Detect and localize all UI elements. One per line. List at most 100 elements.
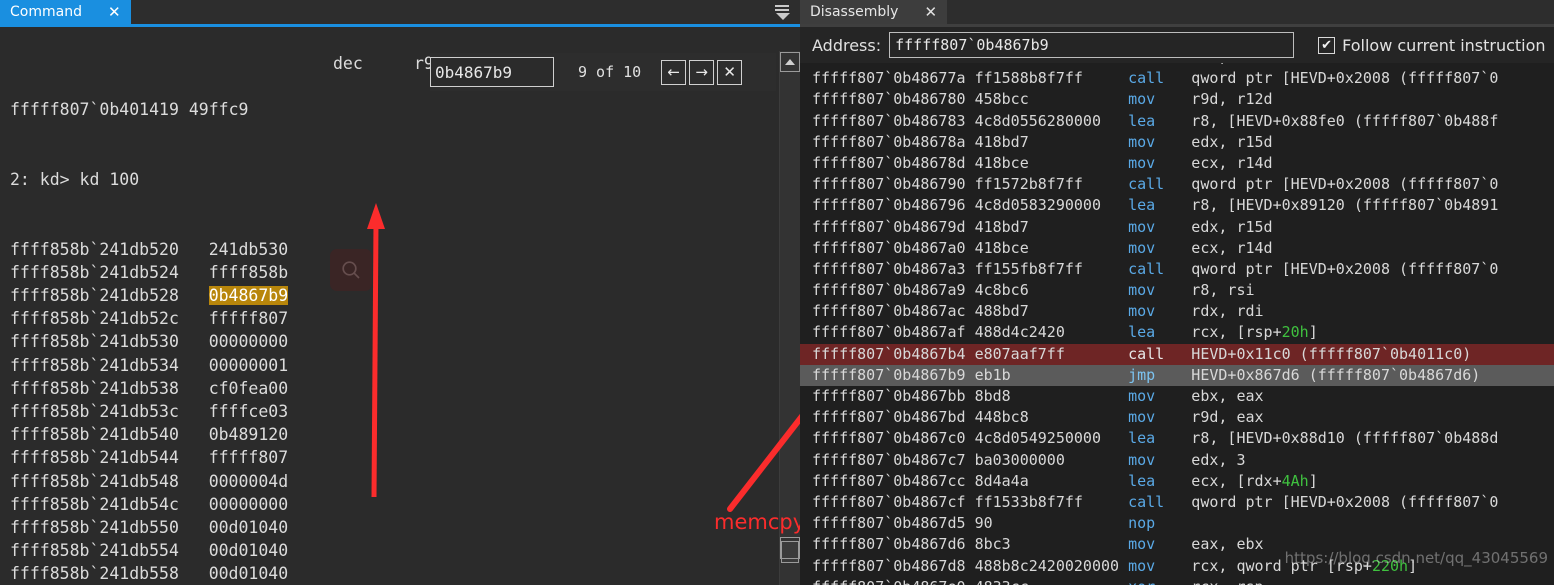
disassembly-row[interactable]: fffff807`0b4867a3 ff155fb8f7ff call qwor… bbox=[800, 259, 1554, 280]
instruction-address: fffff807`0b4867d8 bbox=[812, 556, 975, 575]
memory-value: 00000001 bbox=[208, 355, 289, 375]
command-scrollbar[interactable] bbox=[779, 51, 800, 585]
command-output[interactable]: fffff807`0b401419 49ffc9 2: kd> kd 100 f… bbox=[0, 27, 800, 585]
instruction-bytes: ff1572b8f7ff bbox=[974, 175, 1129, 194]
disassembly-row[interactable]: fffff807`0b4867e0 4833cc xor rcx, rsp bbox=[800, 577, 1554, 585]
instruction-bytes: 8d4a4a bbox=[974, 471, 1129, 490]
instruction-operands: r8, rsi bbox=[1173, 281, 1255, 300]
window-list-dropdown-icon[interactable] bbox=[766, 0, 800, 24]
memory-address: ffff858b`241db53c bbox=[10, 402, 209, 422]
instruction-address: fffff807`0b486780 bbox=[812, 90, 975, 109]
red-up-arrow-annotation bbox=[367, 203, 385, 497]
instruction-operands: HEVD+0x867d6 (fffff807`0b4867d6) bbox=[1173, 365, 1481, 384]
disassembly-row[interactable]: fffff807`0b48677a ff1588b8f7ff call qwor… bbox=[800, 68, 1554, 89]
disassembly-row[interactable]: fffff807`0b4867a9 4c8bc6 mov r8, rsi bbox=[800, 280, 1554, 301]
memory-dump-row: ffff858b`241db52c fffff807 bbox=[10, 307, 288, 330]
instruction-address: fffff807`0b4867b9 bbox=[812, 365, 975, 384]
tab-command[interactable]: Command ✕ bbox=[0, 0, 131, 24]
instruction-mnemonic: mov bbox=[1128, 556, 1174, 575]
memory-dump-row: ffff858b`241db544 fffff807 bbox=[10, 446, 288, 469]
disassembly-row[interactable]: fffff807`0b4867bb 8bd8 mov ebx, eax bbox=[800, 386, 1554, 407]
memory-value: 00d01040 bbox=[208, 541, 289, 561]
memory-address: ffff858b`241db548 bbox=[10, 471, 209, 491]
instruction-address: fffff807`0b48678d bbox=[812, 153, 975, 172]
disassembly-row[interactable]: fffff807`0b48678a 418bd7 mov edx, r15d bbox=[800, 132, 1554, 153]
instruction-bytes: 458bcc bbox=[974, 90, 1129, 109]
instruction-bytes: 418bce bbox=[974, 153, 1129, 172]
disassembly-listing[interactable]: fffff807`0b486774 418bce mov ecx, r14dff… bbox=[800, 60, 1554, 585]
find-next-button[interactable]: → bbox=[689, 59, 715, 85]
instruction-bytes: 4c8d0583290000 bbox=[974, 196, 1129, 215]
instruction-mnemonic: mov bbox=[1128, 408, 1174, 427]
search-input[interactable] bbox=[430, 57, 554, 87]
tabstrip-filler bbox=[947, 0, 1554, 24]
instruction-address: fffff807`0b486783 bbox=[812, 111, 975, 130]
memory-value: 0b489120 bbox=[208, 425, 289, 445]
memory-dump-row: ffff858b`241db558 00d01040 bbox=[10, 562, 288, 585]
scroll-up-arrow-icon[interactable] bbox=[780, 52, 800, 72]
memory-address: ffff858b`241db558 bbox=[10, 564, 209, 584]
disassembly-row-selected[interactable]: fffff807`0b4867b9 eb1b jmp HEVD+0x867d6 … bbox=[800, 364, 1554, 386]
memory-address: ffff858b`241db52c bbox=[10, 309, 209, 329]
instruction-mnemonic: jmp bbox=[1128, 365, 1174, 384]
instruction-bytes: 8bc3 bbox=[974, 535, 1129, 554]
find-previous-button[interactable]: ← bbox=[661, 59, 687, 85]
disassembly-row[interactable]: fffff807`0b4867d6 8bc3 mov eax, ebx bbox=[800, 534, 1554, 555]
close-icon[interactable]: ✕ bbox=[108, 4, 121, 20]
instruction-address: fffff807`0b48679d bbox=[812, 217, 975, 236]
memory-value: ffffce03 bbox=[208, 402, 289, 422]
address-input[interactable] bbox=[889, 32, 1295, 58]
search-icon bbox=[330, 249, 372, 291]
instruction-mnemonic: lea bbox=[1128, 323, 1174, 342]
instruction-operands: qword ptr [HEVD+0x2008 (fffff807`0 bbox=[1173, 175, 1499, 194]
disassembly-row-current[interactable]: fffff807`0b4867b4 e807aaf7ff call HEVD+0… bbox=[800, 343, 1554, 365]
memory-dump-rows: ffff858b`241db520 241db530 ffff858b`241db… bbox=[10, 238, 289, 585]
disassembly-row[interactable]: fffff807`0b4867ac 488bd7 mov rdx, rdi bbox=[800, 301, 1554, 322]
instruction-address: fffff807`0b4867a9 bbox=[812, 281, 975, 300]
disassembly-row[interactable]: fffff807`0b4867a0 418bce mov ecx, r14d bbox=[800, 238, 1554, 259]
memory-value: 00000000 bbox=[208, 332, 289, 352]
instruction-operands-tail: ] bbox=[1308, 323, 1318, 342]
disassembly-row[interactable]: fffff807`0b486780 458bcc mov r9d, r12d bbox=[800, 89, 1554, 110]
instruction-bytes: 4c8d0556280000 bbox=[974, 111, 1129, 130]
instruction-mnemonic: mov bbox=[1128, 153, 1174, 172]
disassembly-row[interactable]: fffff807`0b4867cf ff1533b8f7ff call qwor… bbox=[800, 492, 1554, 513]
instruction-operands: eax, ebx bbox=[1173, 535, 1264, 554]
close-icon[interactable]: ✕ bbox=[924, 4, 937, 20]
disassembly-row[interactable]: fffff807`0b4867c7 ba03000000 mov edx, 3 bbox=[800, 450, 1554, 471]
memory-address: ffff858b`241db550 bbox=[10, 518, 209, 538]
instruction-address: fffff807`0b4867c0 bbox=[812, 429, 975, 448]
disassembly-row[interactable]: fffff807`0b486796 4c8d0583290000 lea r8,… bbox=[800, 195, 1554, 216]
instruction-bytes: 8bd8 bbox=[974, 387, 1129, 405]
memory-value: fffff807 bbox=[208, 309, 289, 329]
instruction-address: fffff807`0b48677a bbox=[812, 69, 975, 88]
memory-value: 241db530 bbox=[208, 239, 289, 259]
disassembly-row[interactable]: fffff807`0b4867d5 90 nop bbox=[800, 513, 1554, 534]
memory-value: ffff858b bbox=[208, 262, 289, 282]
instruction-mnemonic: mov bbox=[1128, 387, 1174, 405]
disassembly-row[interactable]: fffff807`0b4867af 488d4c2420 lea rcx, [r… bbox=[800, 322, 1554, 343]
instruction-bytes: 418bd7 bbox=[974, 217, 1129, 236]
instruction-operands: ebx, eax bbox=[1173, 387, 1264, 405]
find-close-button[interactable]: ✕ bbox=[717, 59, 743, 85]
follow-current-instruction-checkbox[interactable]: ✔ Follow current instruction bbox=[1318, 36, 1546, 55]
command-echo-mnemonic: dec bbox=[333, 54, 363, 73]
instruction-address: fffff807`0b4867a3 bbox=[812, 259, 975, 278]
disassembly-row[interactable]: fffff807`0b48678d 418bce mov ecx, r14d bbox=[800, 153, 1554, 174]
disassembly-row[interactable]: fffff807`0b486790 ff1572b8f7ff call qwor… bbox=[800, 174, 1554, 195]
disassembly-row[interactable]: fffff807`0b4867cc 8d4a4a lea ecx, [rdx+4… bbox=[800, 471, 1554, 492]
memory-dump-row: ffff858b`241db534 00000001 bbox=[10, 354, 288, 377]
instruction-mnemonic: lea bbox=[1128, 196, 1174, 215]
memory-dump-row: ffff858b`241db528 0b4867b9 bbox=[10, 284, 289, 307]
disassembly-row[interactable]: fffff807`0b4867d8 488b8c2420020000 mov r… bbox=[800, 556, 1554, 577]
instruction-bytes: ba03000000 bbox=[974, 450, 1129, 469]
instruction-operands: edx, 3 bbox=[1173, 450, 1246, 469]
tab-disassembly[interactable]: Disassembly ✕ bbox=[800, 0, 948, 24]
disassembly-row[interactable]: fffff807`0b486783 4c8d0556280000 lea r8,… bbox=[800, 111, 1554, 132]
disassembly-row[interactable]: fffff807`0b4867bd 448bc8 mov r9d, eax bbox=[800, 407, 1554, 428]
disassembly-panel: Disassembly ✕ Address: ✔ Follow current … bbox=[800, 0, 1554, 585]
disassembly-row[interactable]: fffff807`0b4867c0 4c8d0549250000 lea r8,… bbox=[800, 428, 1554, 449]
disassembly-row[interactable]: fffff807`0b48679d 418bd7 mov edx, r15d bbox=[800, 217, 1554, 238]
instruction-operands bbox=[1173, 514, 1191, 532]
checkbox-icon: ✔ bbox=[1318, 36, 1336, 54]
